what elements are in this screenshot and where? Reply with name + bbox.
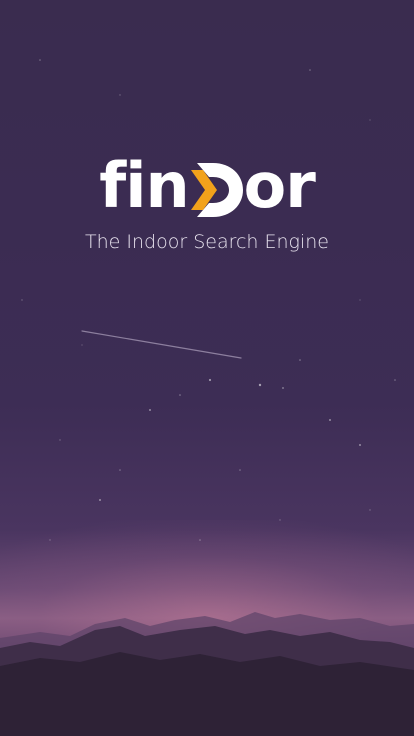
tagline: The Indoor Search Engine	[85, 231, 329, 253]
splash-screen: fin or The Indoor Search Engine	[0, 0, 414, 736]
logo-text-left: fin	[99, 149, 189, 222]
starfield-background	[21, 59, 396, 541]
chevron-door-icon	[190, 160, 243, 217]
brand-logo: fin or	[0, 150, 414, 222]
shooting-star	[81, 330, 242, 359]
logo-text-right: or	[243, 149, 316, 222]
mountain-silhouette	[0, 612, 414, 736]
